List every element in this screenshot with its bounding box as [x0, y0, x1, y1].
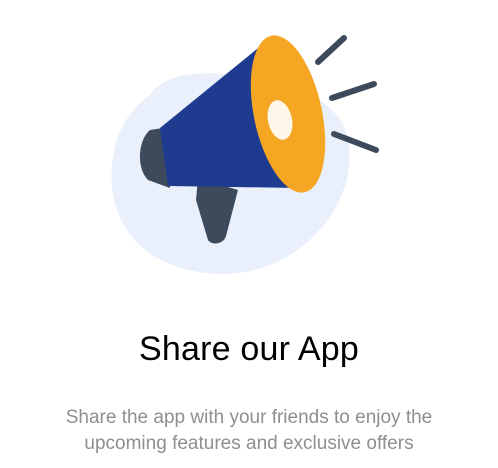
sound-line-top	[315, 35, 347, 65]
share-app-screen: Share our App Share the app with your fr…	[0, 0, 498, 468]
sound-line-middle	[329, 81, 377, 101]
page-title: Share our App	[139, 330, 359, 368]
megaphone-illustration	[111, 35, 379, 274]
page-subtitle: Share the app with your friends to enjoy…	[65, 407, 433, 454]
